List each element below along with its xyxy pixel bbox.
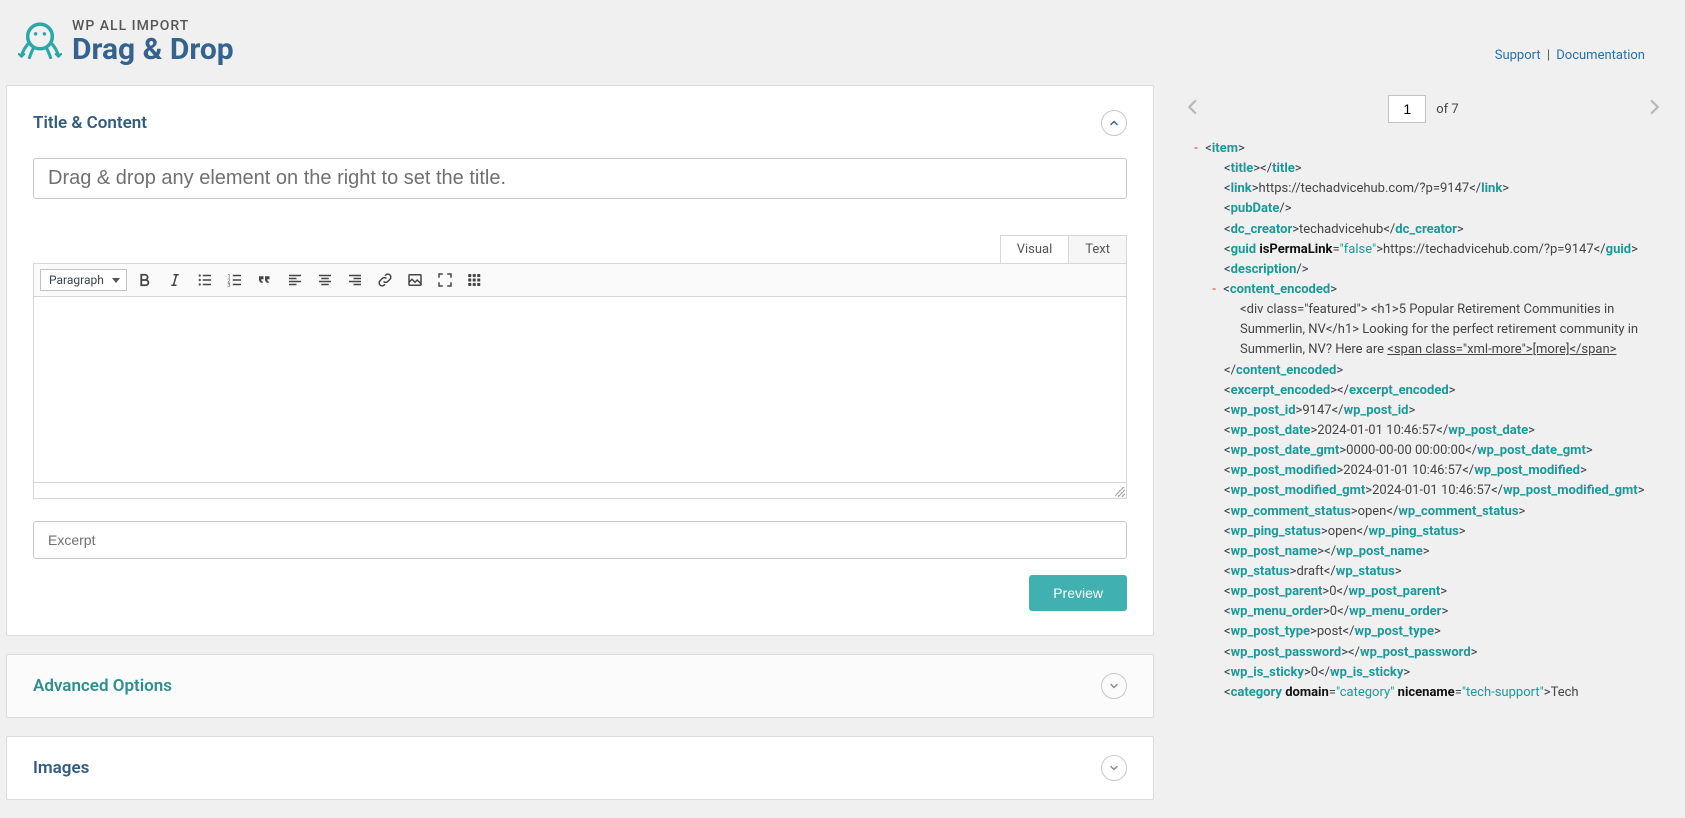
chevron-right-icon [1645, 96, 1663, 118]
xml-node-link[interactable]: link [1231, 181, 1252, 196]
header: WP ALL IMPORT Drag & Drop Support | Docu… [0, 0, 1685, 85]
align-center-button[interactable] [313, 268, 337, 292]
xml-node-title[interactable]: title [1231, 161, 1254, 176]
content-editor: Visual Text Paragraph 123 [33, 235, 1127, 499]
xml-node-item[interactable]: item [1212, 141, 1238, 156]
xml-node-ping-status[interactable]: wp_ping_status [1231, 524, 1321, 539]
chevron-up-icon [1108, 117, 1120, 129]
xml-node-post-date-gmt[interactable]: wp_post_date_gmt [1231, 443, 1340, 458]
editor-toolbar: Paragraph 123 [33, 263, 1127, 297]
xml-node-post-parent[interactable]: wp_post_parent [1231, 584, 1323, 599]
chevron-left-icon [1184, 96, 1202, 118]
preview-button[interactable]: Preview [1029, 575, 1127, 611]
pager-current-input[interactable] [1388, 95, 1426, 123]
editor-body[interactable] [33, 297, 1127, 483]
expand-toggle[interactable]: - [1190, 139, 1202, 159]
align-left-button[interactable] [283, 268, 307, 292]
xml-tree[interactable]: - <item> <title></title> <link>https://t… [1178, 135, 1669, 765]
numbered-list-button[interactable]: 123 [223, 268, 247, 292]
xml-node-comment-status[interactable]: wp_comment_status [1231, 504, 1351, 519]
xml-node-category[interactable]: category [1231, 685, 1282, 700]
blockquote-button[interactable] [253, 268, 277, 292]
documentation-link[interactable]: Documentation [1556, 48, 1645, 63]
xml-node-status[interactable]: wp_status [1231, 564, 1290, 579]
panel-toggle[interactable] [1101, 755, 1127, 781]
panel-title: Images [33, 758, 89, 778]
tab-text[interactable]: Text [1069, 235, 1127, 263]
xml-node-guid[interactable]: guid [1231, 242, 1256, 257]
xml-node-dc-creator[interactable]: dc_creator [1231, 222, 1293, 237]
xml-node-content-encoded[interactable]: content_encoded [1230, 282, 1330, 297]
header-links: Support | Documentation [1495, 48, 1645, 63]
expand-toggle[interactable]: - [1208, 280, 1220, 300]
bullet-list-button[interactable] [193, 268, 217, 292]
support-link[interactable]: Support [1495, 48, 1541, 63]
xml-node-post-modified[interactable]: wp_post_modified [1231, 463, 1337, 478]
chevron-down-icon [1108, 762, 1120, 774]
page-title: Drag & Drop [72, 32, 234, 67]
xml-node-description[interactable]: description [1231, 262, 1297, 277]
xml-node-post-password[interactable]: wp_post_password [1231, 645, 1342, 660]
logo-icon [18, 18, 62, 62]
svg-text:3: 3 [227, 283, 230, 289]
bold-button[interactable] [133, 268, 157, 292]
panel-title-content: Title & Content Visual Text Paragraph 12… [6, 85, 1154, 636]
align-right-button[interactable] [343, 268, 367, 292]
italic-button[interactable] [163, 268, 187, 292]
xml-node-post-name[interactable]: wp_post_name [1231, 544, 1318, 559]
excerpt-input[interactable] [33, 521, 1127, 559]
toolbar-toggle-button[interactable] [463, 268, 487, 292]
xml-node-is-sticky[interactable]: wp_is_sticky [1231, 665, 1304, 680]
tab-visual[interactable]: Visual [1000, 235, 1070, 263]
pager-of-label: of 7 [1436, 102, 1458, 117]
format-select[interactable]: Paragraph [40, 269, 127, 291]
record-pager: of 7 [1178, 85, 1669, 135]
panel-toggle[interactable] [1101, 110, 1127, 136]
xml-node-menu-order[interactable]: wp_menu_order [1231, 604, 1323, 619]
title-input[interactable] [33, 158, 1127, 199]
fullscreen-button[interactable] [433, 268, 457, 292]
link-separator: | [1547, 48, 1550, 63]
pager-next[interactable] [1645, 96, 1663, 122]
pager-prev[interactable] [1184, 96, 1202, 122]
xml-node-pubdate[interactable]: pubDate [1231, 201, 1280, 216]
chevron-down-icon [1108, 680, 1120, 692]
panel-title: Title & Content [33, 113, 147, 133]
xml-node-post-modified-gmt[interactable]: wp_post_modified_gmt [1231, 483, 1366, 498]
panel-advanced-options[interactable]: Advanced Options [6, 654, 1154, 718]
link-button[interactable] [373, 268, 397, 292]
insert-media-button[interactable] [403, 268, 427, 292]
panel-toggle[interactable] [1101, 673, 1127, 699]
xml-node-excerpt-encoded[interactable]: excerpt_encoded [1231, 383, 1331, 398]
panel-images[interactable]: Images [6, 736, 1154, 800]
xml-more-link[interactable]: <span class="xml-more">[more]</span> [1387, 342, 1616, 357]
xml-node-post-id[interactable]: wp_post_id [1231, 403, 1296, 418]
xml-node-post-date[interactable]: wp_post_date [1231, 423, 1311, 438]
xml-node-post-type[interactable]: wp_post_type [1231, 624, 1310, 639]
editor-resize-handle[interactable] [33, 483, 1127, 499]
panel-title: Advanced Options [33, 676, 172, 696]
